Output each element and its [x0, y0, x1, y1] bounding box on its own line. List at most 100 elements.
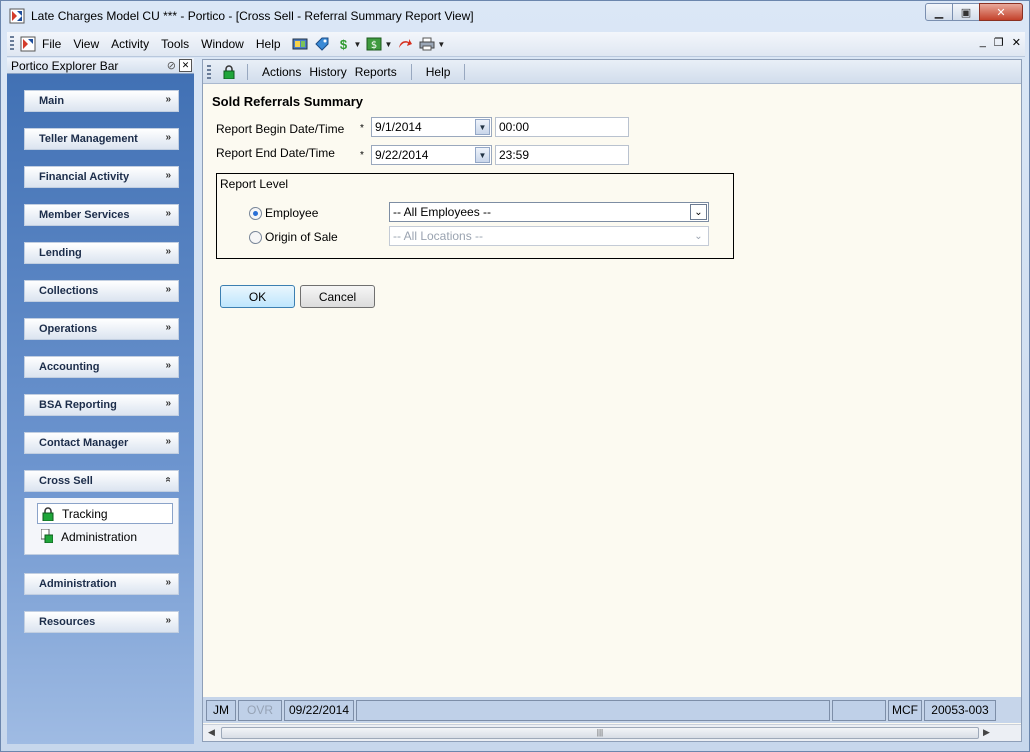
dollar-icon[interactable]: $	[335, 35, 353, 53]
report-level-group: Report Level Employee Origin of Sale -- …	[216, 173, 734, 259]
window-title: Late Charges Model CU *** - Portico - [C…	[31, 9, 474, 23]
group-label: BSA Reporting	[39, 399, 117, 411]
status-message	[356, 699, 830, 721]
expand-chevron-icon: »	[165, 398, 171, 409]
group-collections[interactable]: Collections »	[24, 280, 179, 302]
group-main[interactable]: Main »	[24, 90, 179, 112]
group-label: Main	[39, 95, 65, 107]
menu-help[interactable]: Help	[250, 37, 287, 51]
menu-file[interactable]: File	[36, 37, 67, 51]
tag-icon[interactable]	[313, 35, 331, 53]
chevron-down-icon[interactable]: ⌄	[690, 204, 707, 220]
group-operations[interactable]: Operations »	[24, 318, 179, 340]
pin-icon[interactable]: ⊘	[167, 59, 176, 72]
group-label: Administration	[39, 578, 117, 590]
status-user: JM	[206, 699, 236, 721]
group-accounting[interactable]: Accounting »	[24, 356, 179, 378]
menu-history[interactable]: History	[305, 65, 350, 79]
begin-date-label: Report Begin Date/Time	[216, 122, 345, 136]
cash-dropdown-icon[interactable]: ▼	[384, 40, 392, 49]
cash-icon[interactable]: $	[365, 35, 383, 53]
collapse-chevron-icon: »	[162, 476, 174, 483]
explorer-close-icon[interactable]: ✕	[179, 59, 192, 72]
scroll-right-icon[interactable]: ▶	[983, 727, 990, 738]
status-code: MCF	[888, 699, 922, 721]
origin-radio-label: Origin of Sale	[265, 230, 338, 244]
cross-sell-panel: Tracking Administration	[24, 498, 179, 555]
group-cross-sell[interactable]: Cross Sell »	[24, 470, 179, 492]
menu-help-content[interactable]: Help	[422, 65, 455, 79]
return-arrow-icon[interactable]	[396, 35, 414, 53]
end-date-picker[interactable]: 9/22/2014 ▼	[371, 145, 492, 165]
group-member-services[interactable]: Member Services »	[24, 204, 179, 226]
portico-menu-icon[interactable]	[20, 36, 36, 52]
expand-chevron-icon: »	[165, 132, 171, 143]
mdi-close-icon[interactable]: ✕	[1012, 36, 1021, 49]
cancel-button[interactable]: Cancel	[300, 285, 375, 308]
chevron-down-icon[interactable]: ▼	[475, 119, 490, 135]
begin-time-field[interactable]: 00:00	[495, 117, 629, 137]
begin-date-picker[interactable]: 9/1/2014 ▼	[371, 117, 492, 137]
chevron-down-icon[interactable]: ▼	[475, 147, 490, 163]
mdi-minimize-icon[interactable]: _	[980, 36, 986, 49]
group-teller-management[interactable]: Teller Management »	[24, 128, 179, 150]
employee-radio[interactable]: Employee	[249, 206, 318, 220]
scroll-left-icon[interactable]: ◀	[208, 727, 215, 738]
group-label: Financial Activity	[39, 171, 130, 183]
window-controls: ▁ ▣ ✕	[925, 3, 1023, 21]
end-time-value: 23:59	[499, 148, 530, 162]
employee-radio-label: Employee	[265, 206, 319, 220]
expand-chevron-icon: »	[165, 436, 171, 447]
expand-chevron-icon: »	[165, 360, 171, 371]
employee-select-value: -- All Employees --	[393, 205, 492, 219]
report-level-label: Report Level	[220, 177, 289, 191]
sidebar-item-tracking[interactable]: Tracking	[37, 503, 173, 524]
end-time-field[interactable]: 23:59	[495, 145, 629, 165]
menu-reports[interactable]: Reports	[351, 65, 401, 79]
sidebar-item-label: Tracking	[62, 506, 108, 521]
menu-actions[interactable]: Actions	[258, 65, 305, 79]
minimize-button[interactable]: ▁	[925, 3, 953, 21]
group-lending[interactable]: Lending »	[24, 242, 179, 264]
menu-tools[interactable]: Tools	[155, 37, 195, 51]
group-label: Accounting	[39, 361, 100, 373]
ok-button[interactable]: OK	[220, 285, 295, 308]
menu-window[interactable]: Window	[195, 37, 250, 51]
toolbar-grip-icon[interactable]	[10, 36, 14, 52]
group-financial-activity[interactable]: Financial Activity »	[24, 166, 179, 188]
horizontal-scrollbar[interactable]: ◀ ||| ▶	[203, 724, 1021, 741]
close-button[interactable]: ✕	[979, 3, 1023, 21]
menu-view[interactable]: View	[67, 37, 105, 51]
report-view: Actions History Reports Help Sold Referr…	[202, 59, 1022, 742]
radio-unselected-icon	[249, 230, 262, 244]
required-marker: *	[360, 150, 364, 161]
explorer-title: Portico Explorer Bar	[11, 58, 119, 73]
title-bar[interactable]: Late Charges Model CU *** - Portico - [C…	[1, 1, 1029, 31]
group-label: Member Services	[39, 209, 130, 221]
restore-button[interactable]: ▣	[952, 3, 980, 21]
group-bsa-reporting[interactable]: BSA Reporting »	[24, 394, 179, 416]
group-label: Lending	[39, 247, 82, 259]
printer-dropdown-icon[interactable]: ▼	[437, 40, 445, 49]
status-id: 20053-003	[924, 699, 996, 721]
origin-of-sale-radio[interactable]: Origin of Sale	[249, 230, 338, 244]
status-bar: JM OVR 09/22/2014 MCF 20053-003	[203, 697, 1021, 723]
toolbar-grip-icon[interactable]	[207, 64, 211, 79]
group-label: Contact Manager	[39, 437, 129, 449]
group-contact-manager[interactable]: Contact Manager »	[24, 432, 179, 454]
lock-icon[interactable]	[223, 64, 237, 79]
scroll-thumb[interactable]: |||	[221, 727, 979, 739]
lock-icon	[42, 507, 54, 522]
sidebar-item-administration-sub[interactable]: Administration	[37, 526, 173, 547]
mdi-restore-icon[interactable]: ❐	[994, 36, 1004, 49]
printer-icon[interactable]	[418, 35, 436, 53]
group-label: Cross Sell	[39, 475, 93, 487]
menu-activity[interactable]: Activity	[105, 37, 155, 51]
group-administration[interactable]: Administration »	[24, 573, 179, 595]
page-title: Sold Referrals Summary	[212, 94, 364, 109]
employee-select[interactable]: -- All Employees -- ⌄	[389, 202, 709, 222]
expand-chevron-icon: »	[165, 577, 171, 588]
group-resources[interactable]: Resources »	[24, 611, 179, 633]
dollar-dropdown-icon[interactable]: ▼	[354, 40, 362, 49]
teller-icon[interactable]	[291, 35, 309, 53]
